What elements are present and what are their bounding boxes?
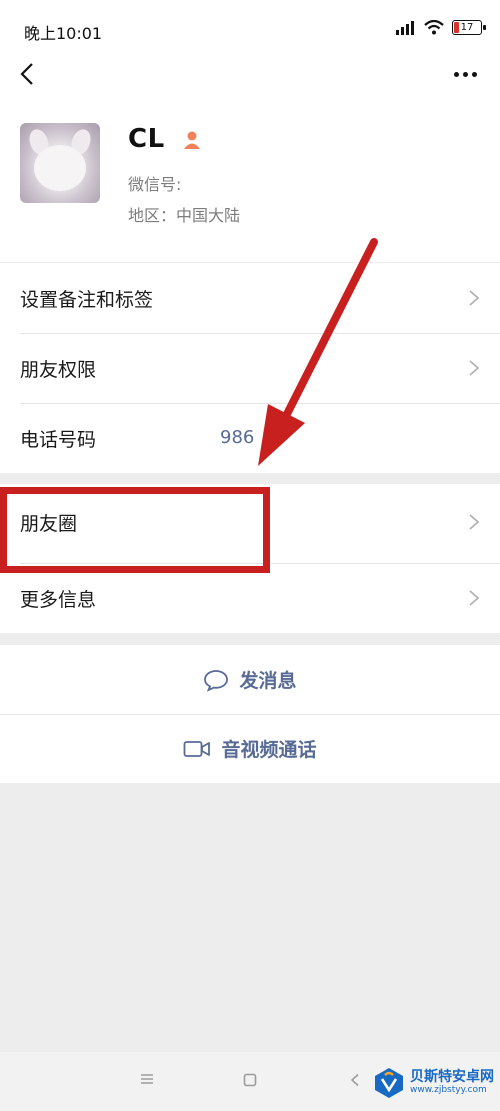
chat-bubble-icon — [204, 669, 229, 692]
signal-icon — [396, 20, 414, 35]
status-icons: 17 — [396, 20, 486, 35]
more-icon — [453, 71, 459, 77]
profile-header: 晚上10:01 17 CL 微信号: 地区：中国大陆 — [0, 0, 500, 262]
watermark-title: 贝斯特安卓网 — [410, 1069, 494, 1086]
settings-group: 设置备注和标签 朋友权限 电话号码 986 — [0, 263, 500, 473]
region-label: 地区：中国大陆 — [128, 206, 241, 225]
row-friend-permissions[interactable]: 朋友权限 — [0, 333, 500, 403]
annotation-highlight-box — [0, 487, 270, 573]
row-remarks-tags[interactable]: 设置备注和标签 — [0, 263, 500, 333]
status-time: 晚上10:01 — [24, 24, 103, 43]
video-camera-icon — [184, 740, 211, 757]
wechat-id-label: 微信号: — [128, 175, 182, 194]
send-message-button[interactable]: 发消息 — [0, 645, 500, 714]
watermark-url: www.zjbstyy.com — [410, 1084, 487, 1095]
chevron-right-icon — [469, 290, 480, 306]
profile-name: CL — [128, 124, 165, 154]
chevron-right-icon — [469, 360, 480, 376]
video-call-label: 音视频通话 — [221, 739, 317, 761]
watermark-logo-icon — [375, 1068, 403, 1098]
home-icon[interactable] — [243, 1073, 257, 1087]
actions-group: 发消息 音视频通话 — [0, 645, 500, 783]
battery-icon: 17 — [452, 20, 486, 35]
chevron-right-icon — [469, 514, 480, 530]
gender-female-icon — [184, 131, 200, 149]
chevron-right-icon — [469, 590, 480, 606]
chevron-left-icon — [20, 63, 33, 85]
send-message-label: 发消息 — [239, 670, 297, 692]
watermark: 贝斯特安卓网 www.zjbstyy.com — [372, 1066, 494, 1100]
row-more-info[interactable]: 更多信息 — [0, 563, 500, 633]
phone-number-value[interactable]: 986 — [220, 427, 254, 448]
row-label: 朋友权限 — [20, 359, 97, 381]
row-label: 设置备注和标签 — [20, 289, 154, 311]
avatar[interactable] — [20, 123, 100, 203]
more-options-button[interactable] — [448, 60, 482, 88]
video-call-button[interactable]: 音视频通话 — [0, 714, 500, 783]
wifi-icon — [424, 20, 444, 35]
status-bar: 晚上10:01 17 — [0, 0, 500, 60]
row-phone-number[interactable]: 电话号码 986 — [0, 403, 500, 473]
menu-icon[interactable] — [140, 1073, 154, 1085]
back-nav-icon[interactable] — [350, 1073, 360, 1087]
row-label: 电话号码 — [20, 429, 97, 451]
row-label: 更多信息 — [20, 589, 97, 611]
back-button[interactable] — [12, 56, 42, 92]
battery-level: 17 — [460, 22, 474, 33]
